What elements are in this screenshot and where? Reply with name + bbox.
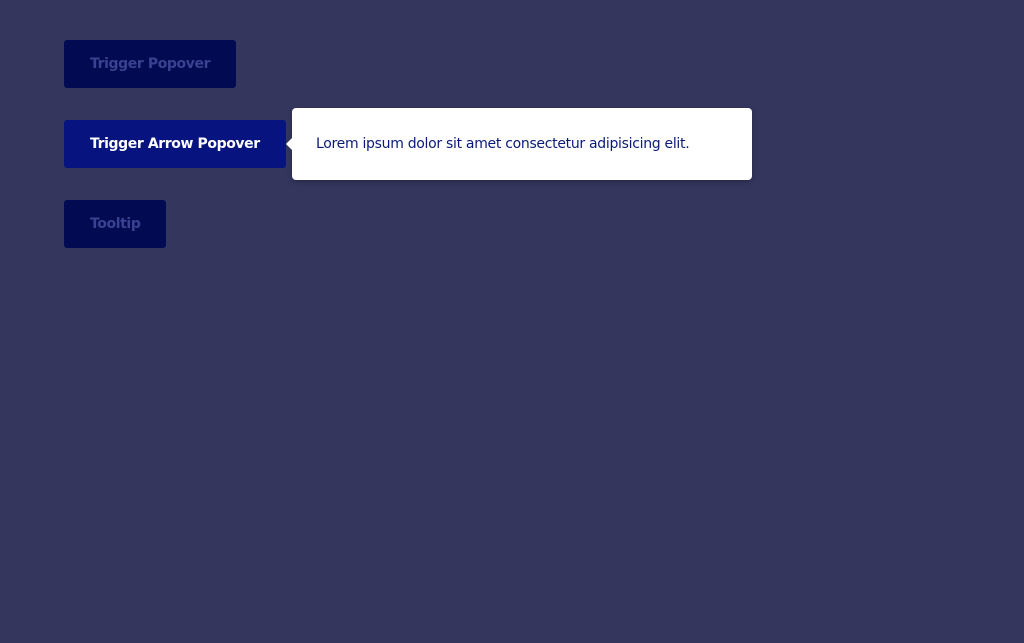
trigger-popover-button[interactable]: Trigger Popover <box>64 40 237 88</box>
popover-text: Lorem ipsum dolor sit amet consectetur a… <box>316 136 690 152</box>
popover-arrow-icon <box>286 138 292 150</box>
tooltip-button[interactable]: Tooltip <box>64 200 167 248</box>
arrow-popover: Lorem ipsum dolor sit amet consectetur a… <box>286 108 752 180</box>
trigger-arrow-popover-button[interactable]: Trigger Arrow Popover <box>64 120 286 168</box>
page-backdrop <box>0 0 1024 643</box>
